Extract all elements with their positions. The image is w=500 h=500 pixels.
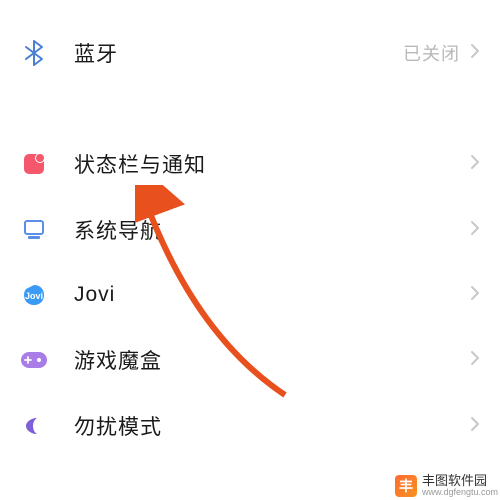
- chevron-right-icon: [470, 285, 480, 306]
- dnd-icon: [20, 412, 48, 440]
- jovi-item[interactable]: Jovi Jovi: [0, 263, 500, 327]
- notification-label: 状态栏与通知: [74, 149, 470, 179]
- bluetooth-icon: [20, 39, 48, 67]
- settings-list: 蓝牙 已关闭 状态栏与通知 系统导航: [0, 0, 500, 459]
- navigation-label: 系统导航: [74, 215, 470, 245]
- watermark-name: 丰图软件园: [422, 474, 498, 488]
- dnd-label: 勿扰模式: [74, 411, 470, 441]
- navigation-icon: [20, 216, 48, 244]
- bluetooth-item[interactable]: 蓝牙 已关闭: [0, 20, 500, 86]
- chevron-right-icon: [470, 350, 480, 371]
- bluetooth-status: 已关闭: [403, 40, 460, 66]
- watermark: 丰 丰图软件园 www.dgfengtu.com: [395, 474, 498, 498]
- navigation-item[interactable]: 系统导航: [0, 197, 500, 263]
- jovi-icon: Jovi: [20, 281, 48, 309]
- chevron-right-icon: [470, 416, 480, 437]
- chevron-right-icon: [470, 220, 480, 241]
- jovi-label: Jovi: [74, 283, 470, 307]
- chevron-right-icon: [470, 43, 480, 64]
- chevron-right-icon: [470, 154, 480, 175]
- notification-icon: [20, 150, 48, 178]
- bluetooth-label: 蓝牙: [74, 38, 403, 68]
- gamebox-item[interactable]: 游戏魔盒: [0, 327, 500, 393]
- gamebox-icon: [20, 346, 48, 374]
- gamebox-label: 游戏魔盒: [74, 345, 470, 375]
- dnd-item[interactable]: 勿扰模式: [0, 393, 500, 459]
- notification-item[interactable]: 状态栏与通知: [0, 131, 500, 197]
- section-gap: [0, 86, 500, 131]
- watermark-logo-icon: 丰: [395, 475, 417, 497]
- svg-text:Jovi: Jovi: [25, 291, 43, 301]
- watermark-url: www.dgfengtu.com: [422, 488, 498, 498]
